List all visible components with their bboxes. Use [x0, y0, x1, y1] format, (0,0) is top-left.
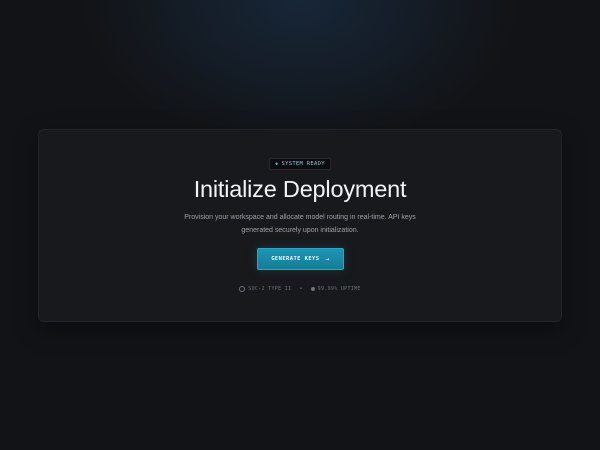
- page-title: Initialize Deployment: [193, 176, 407, 202]
- generate-keys-label: GENERATE KEYS: [271, 256, 320, 262]
- arrow-right-icon: →: [325, 255, 330, 263]
- compliance-label: SOC-2 TYPE II: [248, 286, 292, 292]
- status-badge-label: SYSTEM READY: [281, 161, 325, 167]
- uptime-indicator: 99.99% UPTIME: [310, 286, 361, 292]
- compliance-indicator: SOC-2 TYPE II: [239, 286, 291, 292]
- separator-dot: •: [299, 286, 303, 292]
- trust-indicators: SOC-2 TYPE II • 99.99% UPTIME: [39, 286, 561, 292]
- page-subtitle: Provision your workspace and allocate mo…: [184, 214, 416, 234]
- shield-icon: [239, 286, 246, 292]
- status-badge: ◆ SYSTEM READY: [269, 158, 331, 170]
- status-dot-icon: ◆: [275, 160, 279, 167]
- uptime-icon: [310, 287, 315, 291]
- generate-keys-button[interactable]: GENERATE KEYS →: [257, 248, 344, 270]
- deployment-card: ◆ SYSTEM READY Initialize Deployment Pro…: [38, 129, 562, 322]
- uptime-label: 99.99% UPTIME: [317, 286, 361, 292]
